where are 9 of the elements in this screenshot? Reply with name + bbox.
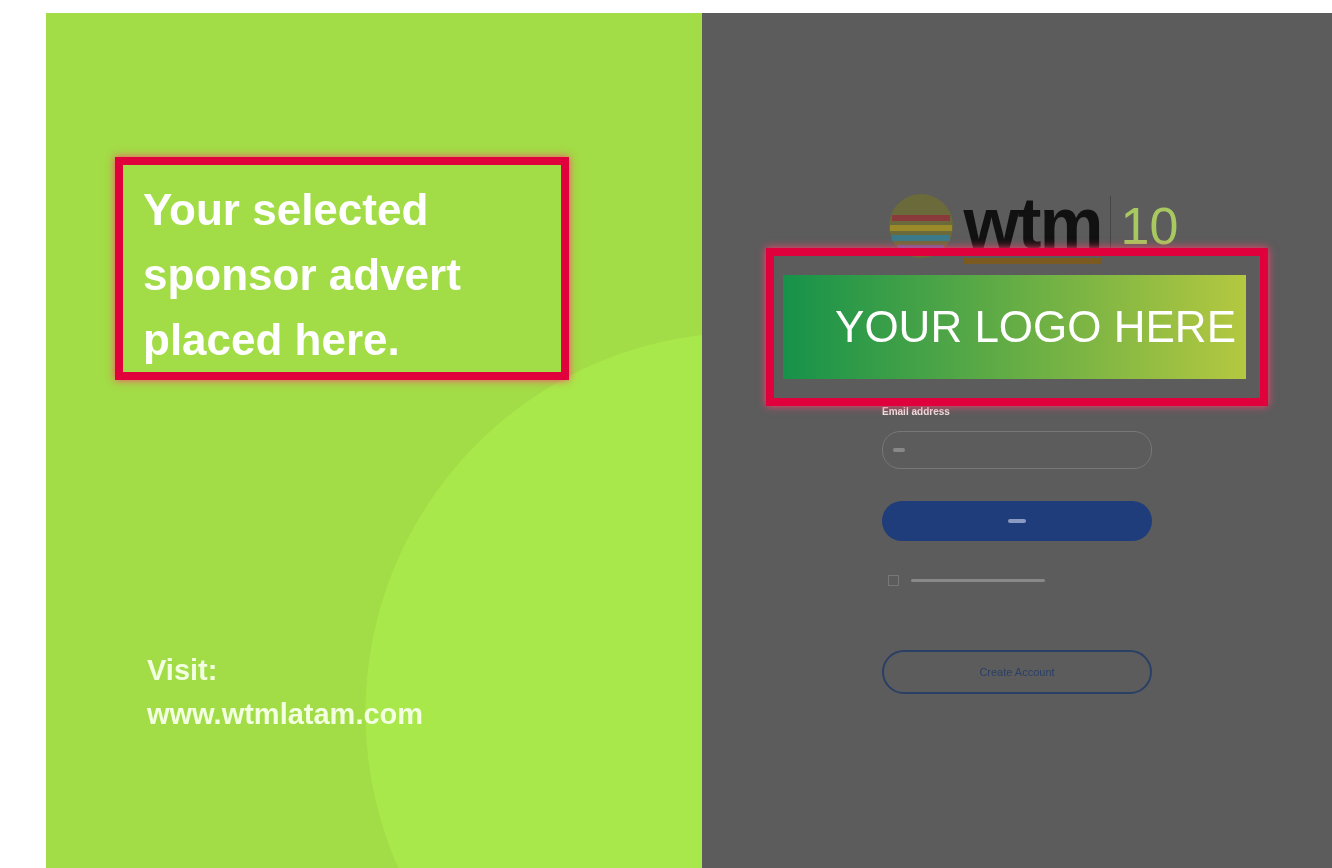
field-label: Email address xyxy=(882,406,950,417)
advert-headline: Your selected sponsor advert placed here. xyxy=(143,184,462,366)
logo-banner: YOUR LOGO HERE xyxy=(783,275,1246,379)
submit-button[interactable] xyxy=(882,501,1152,541)
logo-wordmark: wtm xyxy=(963,187,1102,264)
visit-label: Visit: xyxy=(147,653,218,688)
website-link[interactable]: www.wtmlatam.com xyxy=(147,692,424,736)
checkbox[interactable] xyxy=(888,575,899,586)
email-field[interactable] xyxy=(882,431,1152,469)
